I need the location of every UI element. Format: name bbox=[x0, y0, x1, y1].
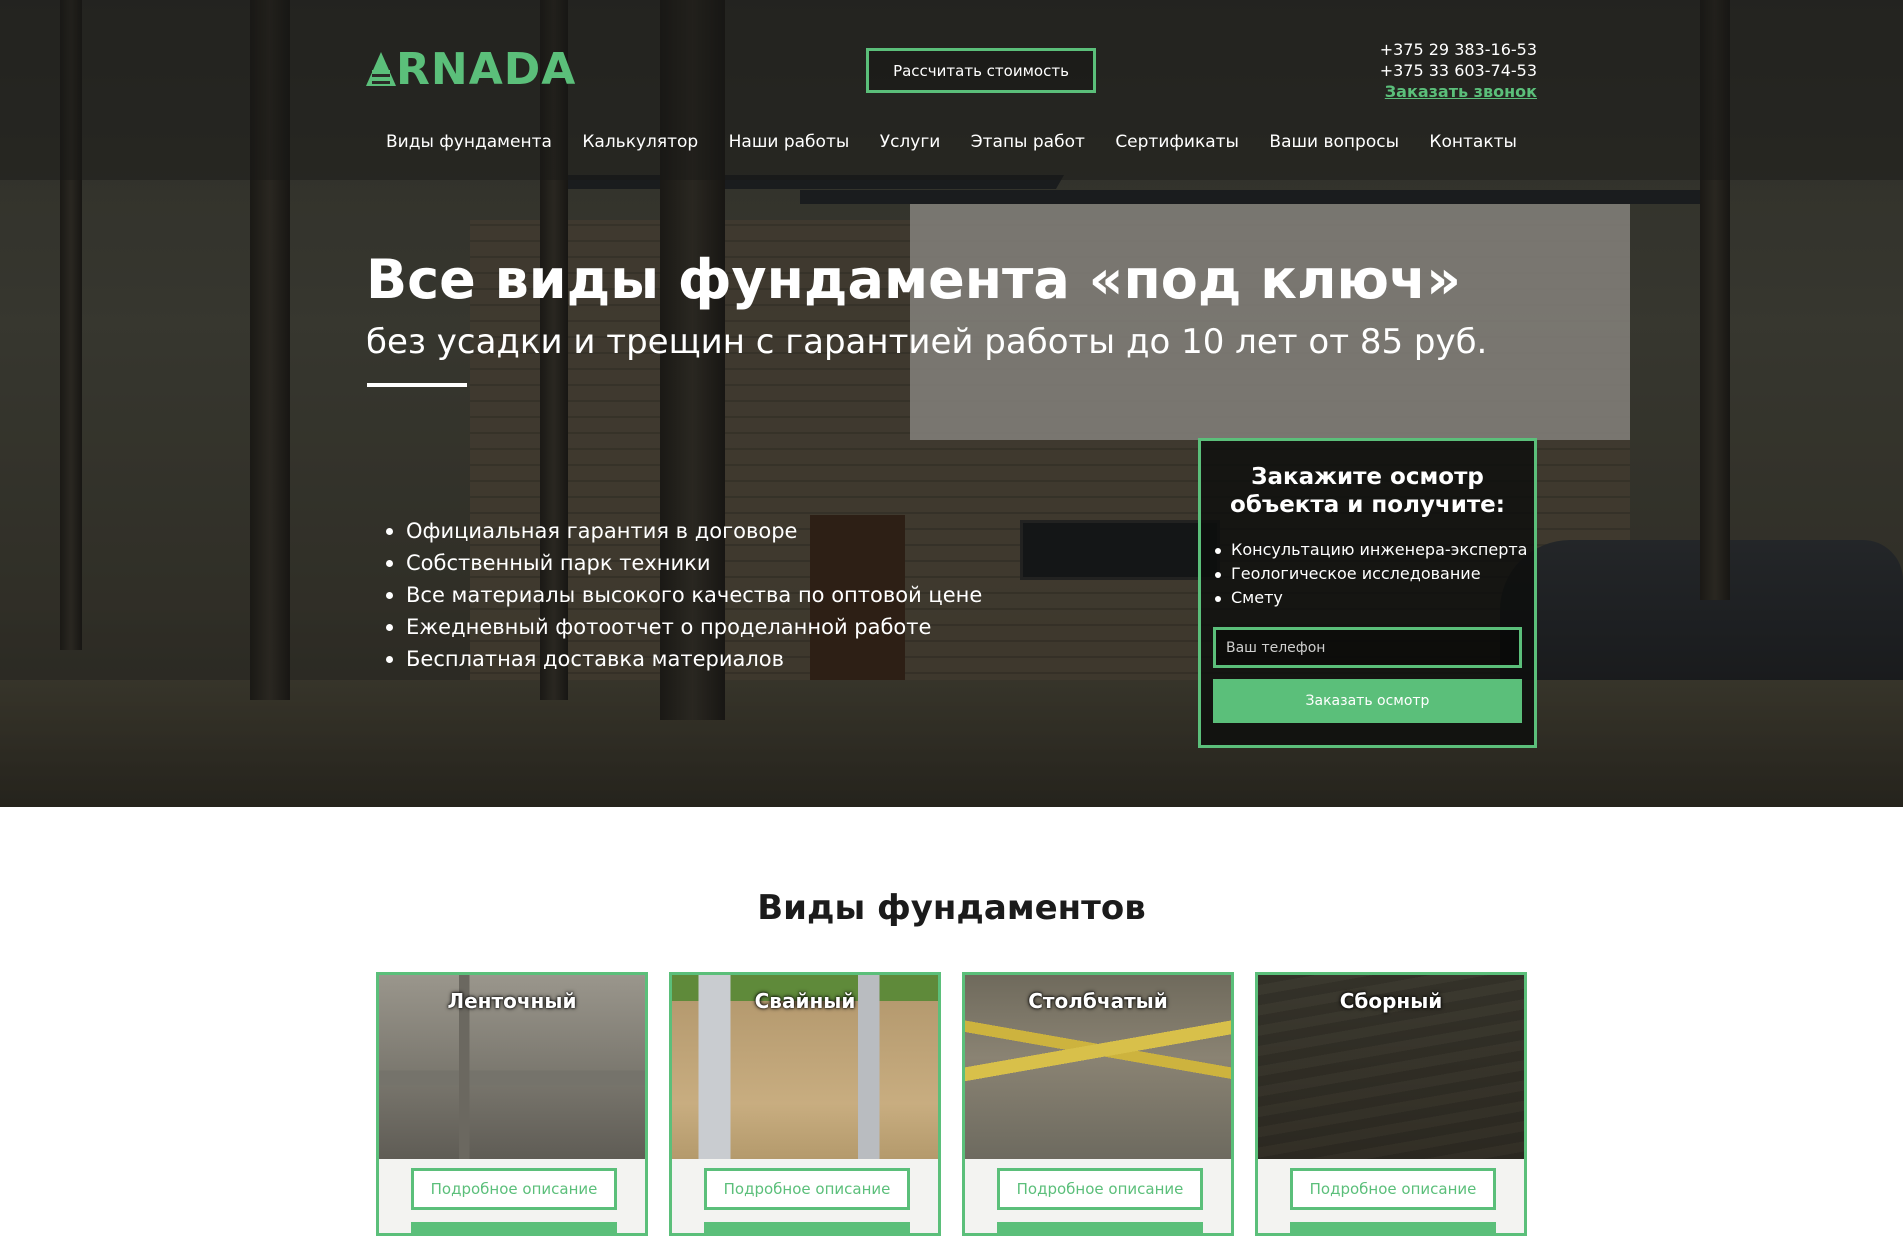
feature-item: Все материалы высокого качества по оптов… bbox=[386, 579, 982, 611]
nav-item-foundation-types[interactable]: Виды фундамента bbox=[386, 132, 552, 152]
benefit-item: Геологическое исследование bbox=[1215, 562, 1527, 586]
phone-input[interactable] bbox=[1213, 627, 1522, 668]
nav-item-faq[interactable]: Ваши вопросы bbox=[1269, 132, 1399, 152]
phone-number-2[interactable]: +375 33 603-74-53 bbox=[1380, 60, 1537, 81]
foundation-types-title: Виды фундаментов bbox=[757, 888, 1146, 928]
foundation-card-title: Сборный bbox=[1339, 989, 1443, 1013]
contact-phones: +375 29 383-16-53 +375 33 603-74-53 Зака… bbox=[1380, 39, 1537, 102]
order-inspection-button[interactable]: Заказать осмотр bbox=[1213, 679, 1522, 723]
order-button[interactable] bbox=[704, 1222, 910, 1233]
nav-item-certificates[interactable]: Сертификаты bbox=[1115, 132, 1239, 152]
foundation-card-title: Ленточный bbox=[447, 989, 577, 1013]
foundation-card-prefab: Сборный Подробное описание bbox=[1255, 972, 1527, 1236]
detail-description-button[interactable]: Подробное описание bbox=[411, 1168, 617, 1210]
hero-subtitle: без усадки и трещин с гарантией работы д… bbox=[366, 322, 1488, 362]
feature-item: Официальная гарантия в договоре bbox=[386, 515, 982, 547]
order-form-title: Закажите осмотр объекта и получите: bbox=[1230, 464, 1505, 518]
calculate-cost-button[interactable]: Рассчитать стоимость bbox=[866, 48, 1096, 93]
phone-number-1[interactable]: +375 29 383-16-53 bbox=[1380, 39, 1537, 60]
benefit-item: Консультацию инженера-эксперта bbox=[1215, 538, 1527, 562]
detail-description-button[interactable]: Подробное описание bbox=[997, 1168, 1203, 1210]
foundation-card-title: Столбчатый bbox=[1028, 989, 1168, 1013]
inspection-order-form: Закажите осмотр объекта и получите: Конс… bbox=[1198, 438, 1537, 748]
foundation-card-pile: Свайный Подробное описание bbox=[669, 972, 941, 1236]
foundation-cards: Ленточный Подробное описание Свайный Под… bbox=[376, 972, 1527, 1236]
order-button[interactable] bbox=[1290, 1222, 1496, 1233]
feature-item: Ежедневный фотоотчет о проделанной работ… bbox=[386, 611, 982, 643]
main-nav: Виды фундамента Калькулятор Наши работы … bbox=[366, 132, 1537, 152]
nav-item-calculator[interactable]: Калькулятор bbox=[582, 132, 698, 152]
feature-item: Бесплатная доставка материалов bbox=[386, 643, 982, 675]
order-benefits-list: Консультацию инженера-эксперта Геологиче… bbox=[1215, 538, 1527, 610]
foundation-card-column: Столбчатый Подробное описание bbox=[962, 972, 1234, 1236]
order-button[interactable] bbox=[411, 1222, 617, 1233]
hero-title: Все виды фундамента «под ключ» bbox=[366, 248, 1461, 311]
hero-section: RNADA Рассчитать стоимость +375 29 383-1… bbox=[0, 0, 1903, 807]
detail-description-button[interactable]: Подробное описание bbox=[704, 1168, 910, 1210]
nav-item-our-works[interactable]: Наши работы bbox=[729, 132, 850, 152]
order-call-link[interactable]: Заказать звонок bbox=[1380, 81, 1537, 102]
detail-description-button[interactable]: Подробное описание bbox=[1290, 1168, 1496, 1210]
foundation-card-title: Свайный bbox=[754, 989, 856, 1013]
feature-item: Собственный парк техники bbox=[386, 547, 982, 579]
logo-text: RNADA bbox=[396, 43, 577, 95]
nav-item-services[interactable]: Услуги bbox=[880, 132, 941, 152]
nav-item-work-stages[interactable]: Этапы работ bbox=[971, 132, 1085, 152]
order-button[interactable] bbox=[997, 1222, 1203, 1233]
features-list: Официальная гарантия в договоре Собствен… bbox=[386, 515, 982, 675]
nav-item-contacts[interactable]: Контакты bbox=[1429, 132, 1517, 152]
logo-icon bbox=[366, 52, 396, 86]
benefit-item: Смету bbox=[1215, 586, 1527, 610]
title-divider bbox=[367, 383, 467, 387]
foundation-card-strip: Ленточный Подробное описание bbox=[376, 972, 648, 1236]
logo[interactable]: RNADA bbox=[366, 44, 576, 95]
